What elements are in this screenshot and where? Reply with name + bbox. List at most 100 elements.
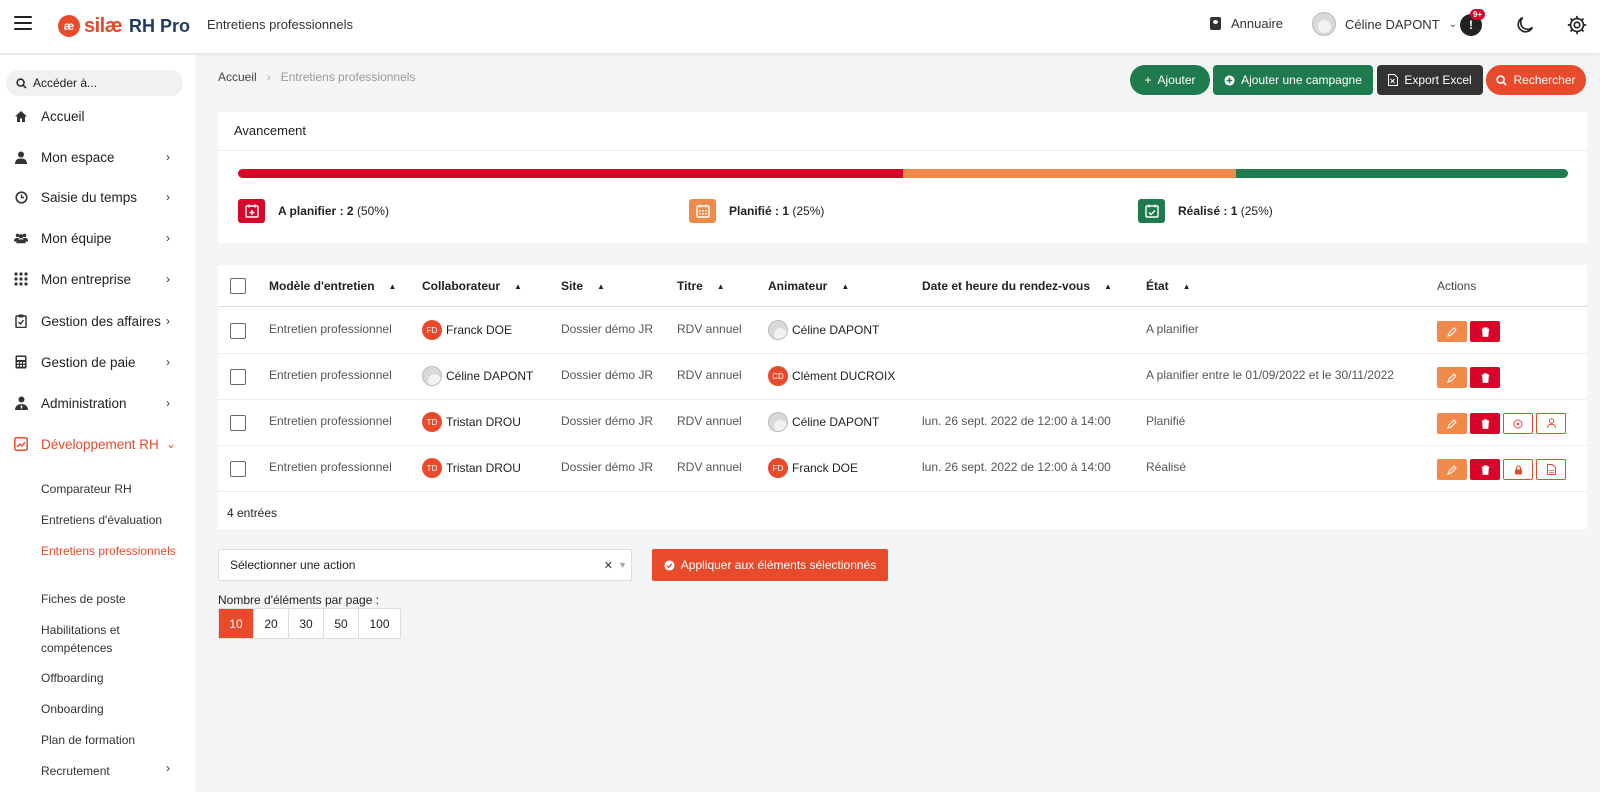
menu-icon[interactable]: [14, 16, 32, 30]
edit-button[interactable]: [1437, 367, 1467, 388]
app-logo[interactable]: æ silæ RH Pro: [58, 13, 190, 39]
sidebar-subitem-offboarding[interactable]: Offboarding: [41, 669, 191, 687]
column-header-host[interactable]: Animateur ▲: [768, 279, 849, 293]
edit-button[interactable]: [1437, 459, 1467, 480]
avatar: CD: [768, 366, 788, 386]
sidebar-item-home[interactable]: Accueil: [0, 101, 195, 131]
sidebar-subitem-onboarding[interactable]: Onboarding: [41, 700, 191, 718]
column-header-site[interactable]: Site ▲: [561, 279, 605, 293]
interviews-table: Modèle d'entretien ▲ Collaborateur ▲ Site ▲…: [218, 265, 1587, 529]
table-row: Entretien professionnel TD Tristan DROU D…: [218, 400, 1587, 446]
user-menu[interactable]: Céline DAPONT ⌄: [1312, 12, 1457, 36]
pdf-button[interactable]: [1536, 459, 1566, 480]
column-header-label: Titre: [677, 279, 703, 293]
per-page-option[interactable]: 20: [254, 609, 289, 638]
select-all-checkbox[interactable]: [230, 278, 246, 294]
sidebar-subitem-training-plan[interactable]: Plan de formation: [41, 731, 191, 749]
mark-done-button[interactable]: [1503, 413, 1533, 434]
per-page-option[interactable]: 10: [219, 609, 254, 638]
dark-mode-icon[interactable]: [1514, 14, 1536, 36]
chevron-right-icon: ›: [166, 150, 170, 164]
sidebar-item-label: Gestion de paie: [41, 354, 136, 370]
sidebar-subitem-job-descriptions[interactable]: Fiches de poste: [41, 590, 191, 608]
sidebar-subitem-evaluation-interviews[interactable]: Entretiens d'évaluation: [41, 511, 191, 529]
add-button[interactable]: + Ajouter: [1130, 65, 1210, 95]
progress-segment-to-plan: [238, 169, 903, 178]
sidebar-item-my-space[interactable]: Mon espace ›: [0, 142, 195, 172]
sidebar-item-business[interactable]: Gestion des affaires ›: [0, 306, 195, 336]
notify-participant-button[interactable]: [1536, 413, 1566, 434]
add-campaign-button[interactable]: Ajouter une campagne: [1213, 65, 1373, 95]
chevron-right-icon: ›: [166, 761, 170, 775]
progress-title: Avancement: [234, 123, 307, 138]
cell-title: RDV annuel: [677, 368, 742, 382]
calculator-icon: [14, 355, 28, 369]
host-name: Clément DUCROIX: [792, 369, 896, 383]
column-header-title[interactable]: Titre ▲: [677, 279, 725, 293]
progress-segment-planned: [903, 169, 1236, 178]
excel-file-icon: [1388, 74, 1399, 86]
progress-bar: [238, 169, 1568, 178]
column-header-model[interactable]: Modèle d'entretien ▲: [269, 279, 396, 293]
export-excel-button[interactable]: Export Excel: [1377, 65, 1483, 95]
sidebar-item-my-company[interactable]: Mon entreprise ›: [0, 264, 195, 294]
notification-icon[interactable]: ! 9+: [1460, 9, 1486, 36]
delete-button[interactable]: [1470, 413, 1500, 434]
sort-asc-icon: ▲: [1104, 281, 1112, 291]
cell-site: Dossier démo JR: [561, 322, 654, 336]
directory-link[interactable]: Annuaire: [1210, 16, 1283, 31]
sidebar-item-time-entry[interactable]: Saisie du temps ›: [0, 182, 195, 212]
divider: [218, 150, 1587, 151]
sidebar-item-administration[interactable]: Administration ›: [0, 388, 195, 418]
stat-planned-count: 1: [782, 204, 790, 218]
row-checkbox[interactable]: [230, 461, 246, 477]
edit-button[interactable]: [1437, 413, 1467, 434]
per-page-option[interactable]: 50: [324, 609, 359, 638]
chevron-right-icon: ›: [166, 355, 170, 369]
logo-text: silæ: [84, 14, 123, 37]
row-checkbox[interactable]: [230, 323, 246, 339]
lock-icon: [1514, 464, 1522, 474]
edit-button[interactable]: [1437, 321, 1467, 342]
host-name: Céline DAPONT: [792, 415, 880, 429]
column-header-collaborator[interactable]: Collaborateur ▲: [422, 279, 522, 293]
per-page-option[interactable]: 30: [289, 609, 324, 638]
breadcrumb-home[interactable]: Accueil: [218, 70, 257, 84]
per-page-selector: 10 20 30 50 100: [218, 608, 401, 639]
stat-to-plan: A planifier : 2 (50%): [238, 199, 389, 223]
edit-icon: [1447, 372, 1457, 383]
search-button[interactable]: Rechercher: [1486, 65, 1586, 95]
per-page-option[interactable]: 100: [359, 609, 400, 638]
avatar: [422, 366, 442, 386]
column-header-state[interactable]: État ▲: [1146, 279, 1191, 293]
cell-state: A planifier entre le 01/09/2022 et le 30…: [1146, 368, 1394, 382]
table-row: Entretien professionnel Céline DAPONT Do…: [218, 354, 1587, 400]
stat-done-label: Réalisé :: [1178, 204, 1231, 218]
row-checkbox[interactable]: [230, 369, 246, 385]
check-circle-icon: [664, 559, 675, 571]
sidebar-item-payroll[interactable]: Gestion de paie ›: [0, 347, 195, 377]
delete-button[interactable]: [1470, 321, 1500, 342]
sort-asc-icon: ▲: [388, 281, 397, 291]
avatar: FD: [768, 458, 788, 478]
bulk-action-select[interactable]: Sélectionner une action ✕ ▼: [218, 549, 632, 581]
column-header-date[interactable]: Date et heure du rendez-vous ▲: [922, 279, 1112, 293]
lock-button[interactable]: [1503, 459, 1533, 480]
home-icon: [14, 109, 28, 123]
calendar-check-icon: [1138, 199, 1165, 223]
sidebar-subitem-hr-comparator[interactable]: Comparateur RH: [41, 480, 191, 498]
clear-icon[interactable]: ✕: [604, 559, 613, 572]
plus-circle-icon: [1224, 74, 1235, 86]
gear-icon[interactable]: [1566, 14, 1588, 36]
delete-button[interactable]: [1470, 459, 1500, 480]
logo-suffix: RH Pro: [129, 15, 191, 36]
sidebar-subitem-skills[interactable]: Habilitations et compétences: [41, 621, 191, 657]
search-input[interactable]: Accéder à...: [6, 70, 183, 96]
delete-button[interactable]: [1470, 367, 1500, 388]
sidebar-item-my-team[interactable]: Mon équipe ›: [0, 223, 195, 253]
sidebar-subitem-professional-interviews[interactable]: Entretiens professionnels: [41, 542, 191, 560]
sidebar-item-hr-development[interactable]: Développement RH ⌄: [0, 429, 195, 459]
row-checkbox[interactable]: [230, 415, 246, 431]
apply-selected-button[interactable]: Appliquer aux éléments sélectionnés: [652, 549, 888, 581]
cell-site: Dossier démo JR: [561, 368, 654, 382]
